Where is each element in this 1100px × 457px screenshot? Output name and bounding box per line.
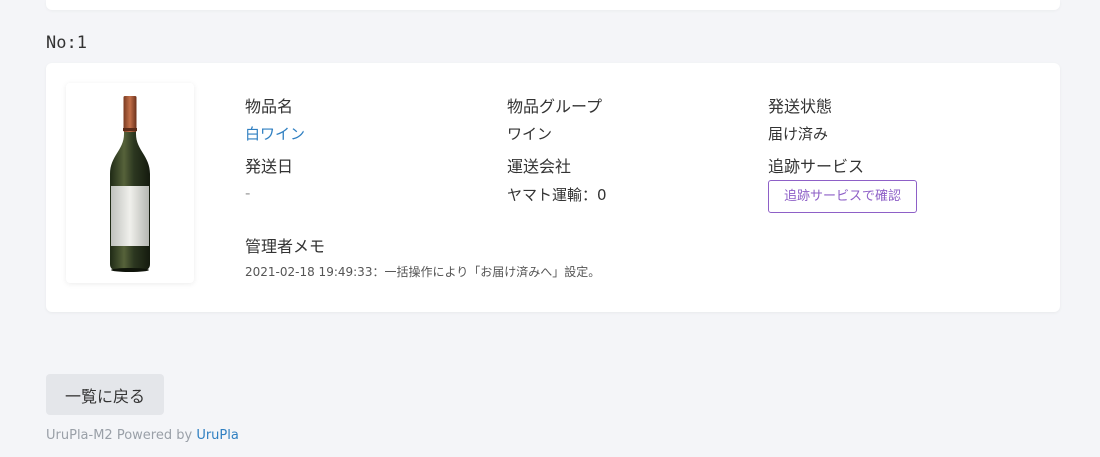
ship-date-label: 発送日	[245, 157, 294, 176]
order-number: No:1	[46, 33, 87, 53]
item-name-label: 物品名	[245, 97, 294, 116]
shipping-status-value: 届け済み	[768, 125, 829, 143]
item-group-label: 物品グループ	[507, 97, 603, 116]
item-group-value: ワイン	[507, 125, 553, 143]
admin-memo-text: 2021-02-18 19:49:33：一括操作により「お届け済みへ」設定。	[245, 265, 601, 279]
tracking-label: 追跡サービス	[768, 157, 865, 176]
admin-memo-label: 管理者メモ	[245, 237, 326, 256]
back-to-list-button[interactable]: 一覧に戻る	[46, 374, 164, 415]
carrier-label: 運送会社	[507, 157, 572, 176]
previous-panel-edge	[46, 0, 1060, 10]
footer: UruPla-M2 Powered by UruPla	[46, 428, 239, 443]
item-name-link[interactable]: 白ワイン	[245, 123, 305, 144]
item-card: 物品名 白ワイン 物品グループ ワイン 発送状態 届け済み 発送日 - 運送会社…	[46, 63, 1060, 312]
shipping-status-label: 発送状態	[768, 97, 833, 116]
ship-date-value: -	[245, 184, 251, 202]
tracking-check-button[interactable]: 追跡サービスで確認	[768, 180, 917, 213]
footer-text: UruPla-M2 Powered by	[46, 428, 197, 443]
item-thumbnail	[66, 83, 194, 283]
footer-urupla-link[interactable]: UruPla	[196, 428, 239, 443]
carrier-value: ヤマト運輸：0	[507, 186, 607, 204]
wine-bottle-icon	[110, 96, 150, 272]
